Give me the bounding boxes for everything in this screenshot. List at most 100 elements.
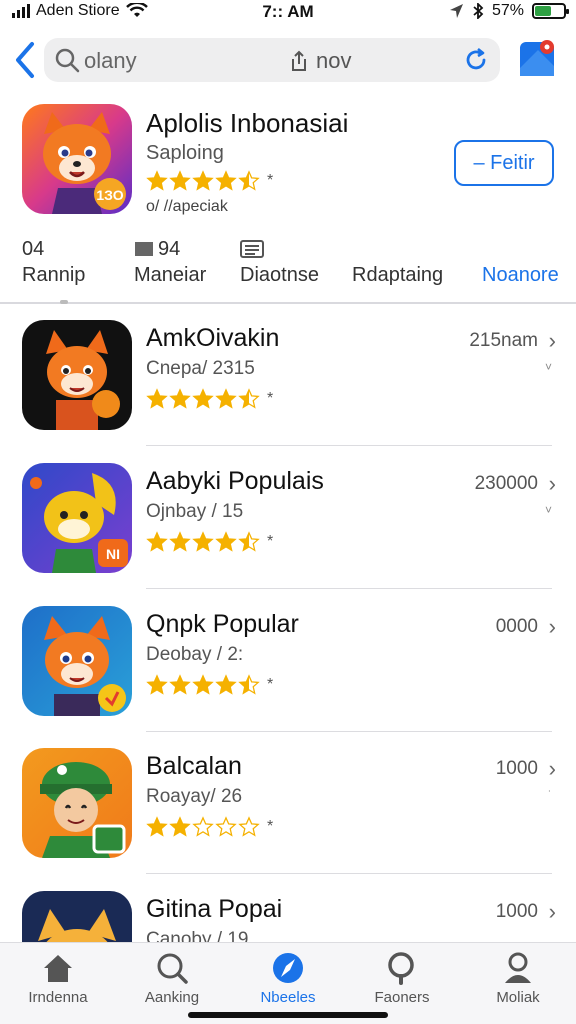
star-icon <box>146 816 168 837</box>
tabbar-label: Aanking <box>144 989 200 1006</box>
list-item[interactable]: AmkOivakin Cnepa/ 2315 * 215nam › ˅ <box>0 304 576 446</box>
tab-label: Rannip <box>22 264 86 286</box>
app-subtitle: Deobay / 2: <box>146 644 244 665</box>
app-icon <box>22 320 132 430</box>
back-chevron-icon <box>16 42 34 78</box>
star-icon <box>192 531 214 552</box>
tabbar-item-ranking[interactable]: Aanking <box>122 951 222 1006</box>
chevron-right-icon: › <box>548 614 556 639</box>
app-count: 1000 <box>495 758 538 779</box>
back-button[interactable] <box>10 40 42 80</box>
tabbar-item-faoners[interactable]: Faoners <box>352 951 452 1006</box>
battery-icon <box>532 3 569 19</box>
tab-updating[interactable]: Rdaptaing <box>352 236 443 287</box>
tabbar-item-nbeeles[interactable]: Nbeeles <box>238 951 338 1006</box>
list-item[interactable]: Balcalan Roayay/ 26 * 1000 › ˙ <box>0 732 576 874</box>
star-icon <box>146 531 168 552</box>
app-rating: * <box>146 674 273 696</box>
app-count: 1000 <box>495 901 538 922</box>
tab-ranking[interactable]: 04 Rannip <box>22 236 85 287</box>
separator <box>146 873 552 874</box>
star-icon <box>169 816 191 837</box>
tab-diagnose[interactable]: Diaotnse <box>240 236 319 287</box>
featured-app[interactable]: 1ЗО Aplolis Inbonasiai Saploing * o/ //a… <box>0 100 576 230</box>
app-title: Balcalan <box>146 752 242 780</box>
tabbar-label: Nbeeles <box>260 989 316 1006</box>
tab-label: Noanore <box>482 264 559 286</box>
chevron-right-icon: › <box>548 756 556 781</box>
rating-suffix: * <box>267 818 274 835</box>
app-count: 215nam <box>469 330 538 351</box>
rating-suffix: * <box>267 676 274 693</box>
separator <box>146 588 552 589</box>
rating-suffix: * <box>267 533 274 550</box>
follow-button[interactable]: – Feitir <box>454 140 554 186</box>
separator <box>146 445 552 446</box>
star-icon <box>238 531 260 552</box>
app-title: Gitina Popai <box>146 895 283 923</box>
search-field[interactable]: olany nov <box>44 38 500 82</box>
category-tabs: 04 Rannip 94 Maneiar Diaotnse Rdaptaing … <box>0 236 576 304</box>
bluetooth-icon <box>473 3 484 19</box>
home-indicator <box>188 1012 388 1018</box>
list-item[interactable]: Qnpk Popular Deobay / 2: * 0000 › <box>0 590 576 732</box>
star-icon <box>238 170 260 191</box>
app-title: Qnpk Popular <box>146 610 299 638</box>
status-bar: Aden Stiore 7:: AM 57% <box>0 0 576 24</box>
battery-percent: 57% <box>491 2 524 19</box>
chevron-right-icon: › <box>548 328 556 353</box>
app-subtitle: Roayay/ 26 <box>146 786 243 807</box>
chevron-right-icon: › <box>548 471 556 496</box>
chevron-right-icon: › <box>548 899 556 924</box>
star-icon <box>192 388 214 409</box>
svg-text:NI: NI <box>106 546 120 562</box>
featured-subtitle: Saploing <box>146 142 224 164</box>
search-query: olany <box>84 48 137 73</box>
more-indicator: ˅ <box>544 503 552 517</box>
star-icon <box>192 170 214 191</box>
featured-rating: * <box>146 170 273 192</box>
app-icon <box>22 606 132 716</box>
tabbar-label: Irndenna <box>28 989 88 1006</box>
more-indicator: ˙ <box>548 788 552 802</box>
home-icon <box>44 955 72 982</box>
app-rating: * <box>146 816 273 838</box>
compass-icon <box>273 953 303 983</box>
tab-label: Maneiar <box>134 264 207 286</box>
rating-suffix: * <box>267 172 274 189</box>
more-indicator: ˅ <box>544 360 552 374</box>
star-icon <box>169 388 191 409</box>
share-icon <box>292 50 306 71</box>
star-icon <box>146 170 168 191</box>
tab-number: 04 <box>22 237 45 260</box>
star-icon <box>238 816 260 837</box>
star-icon <box>215 674 237 695</box>
star-icon <box>146 674 168 695</box>
app-rating: * <box>146 531 273 553</box>
bottom-tab-bar: Irndenna Aanking Nbeeles Faoners Moliak <box>0 942 576 1024</box>
folder-icon <box>135 242 153 256</box>
app-icon <box>22 748 132 858</box>
app-count: 0000 <box>495 616 538 637</box>
star-icon <box>146 388 168 409</box>
rating-suffix: * <box>267 390 274 407</box>
tab-manager[interactable]: 94 Maneiar <box>134 236 206 287</box>
featured-badge: 1ЗО <box>96 187 123 203</box>
tabbar-item-moliak[interactable]: Moliak <box>468 951 568 1006</box>
star-icon <box>238 674 260 695</box>
star-icon <box>215 531 237 552</box>
star-icon <box>169 531 191 552</box>
location-icon <box>449 4 463 18</box>
tabbar-item-home[interactable]: Irndenna <box>8 951 108 1006</box>
app-count: 230000 <box>474 473 538 494</box>
reload-icon[interactable] <box>462 46 490 74</box>
maps-icon[interactable] <box>518 38 558 78</box>
list-item[interactable]: NI Aabyki Populais Ojnbay / 15 * 230000 … <box>0 447 576 589</box>
star-icon <box>215 170 237 191</box>
tab-label: Diaotnse <box>240 264 319 286</box>
featured-meta: o/ //apeciak <box>146 198 228 215</box>
app-subtitle: Ojnbay / 15 <box>146 501 244 522</box>
status-right: 57% <box>448 2 569 20</box>
tab-more[interactable]: Noanore <box>482 236 559 287</box>
search-icon <box>55 48 80 73</box>
